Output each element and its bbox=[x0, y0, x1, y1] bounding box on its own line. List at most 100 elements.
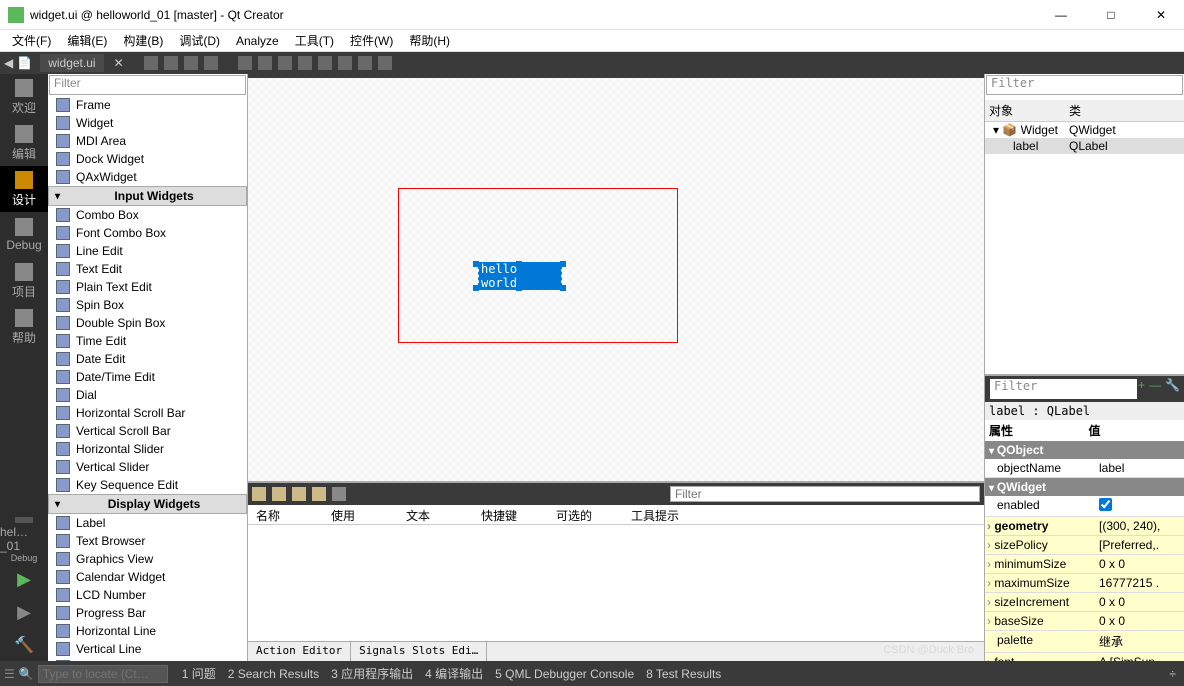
status-compile[interactable]: 4 编译输出 bbox=[419, 665, 489, 682]
status-issues[interactable]: 1 问题 bbox=[176, 665, 222, 682]
menu-build[interactable]: 构建(B) bbox=[115, 30, 171, 51]
mode-welcome[interactable]: 欢迎 bbox=[0, 74, 48, 120]
mode-help[interactable]: 帮助 bbox=[0, 304, 48, 350]
minimize-button[interactable]: — bbox=[1046, 8, 1076, 22]
layout-v-icon[interactable] bbox=[258, 56, 272, 70]
widget-item[interactable]: Date Edit bbox=[48, 350, 247, 368]
mode-projects[interactable]: 项目 bbox=[0, 258, 48, 304]
layout-form-icon[interactable] bbox=[338, 56, 352, 70]
widget-item[interactable]: Dock Widget bbox=[48, 150, 247, 168]
run-button[interactable]: ▶ bbox=[17, 569, 31, 590]
property-row[interactable]: sizeIncrement0 x 0 bbox=[985, 593, 1184, 612]
property-filter[interactable]: Filter bbox=[990, 379, 1137, 399]
property-row[interactable]: geometry[(300, 240), bbox=[985, 517, 1184, 536]
widget-item[interactable]: Text Edit bbox=[48, 260, 247, 278]
property-row[interactable]: maximumSize16777215 . bbox=[985, 574, 1184, 593]
widget-item[interactable]: Horizontal Scroll Bar bbox=[48, 404, 247, 422]
maximize-button[interactable]: □ bbox=[1096, 8, 1126, 22]
widget-item[interactable]: Dial bbox=[48, 386, 247, 404]
paste-action-icon[interactable] bbox=[292, 487, 306, 501]
menu-widgets[interactable]: 控件(W) bbox=[342, 30, 401, 51]
delete-action-icon[interactable] bbox=[312, 487, 326, 501]
widget-item[interactable]: Double Spin Box bbox=[48, 314, 247, 332]
resize-handle-se[interactable] bbox=[560, 285, 566, 291]
widget-item[interactable]: Date/Time Edit bbox=[48, 368, 247, 386]
menu-debug[interactable]: 调试(D) bbox=[171, 30, 228, 51]
widget-item[interactable]: MDI Area bbox=[48, 132, 247, 150]
locator-input[interactable] bbox=[38, 665, 168, 683]
widget-item[interactable]: Horizontal Slider bbox=[48, 440, 247, 458]
property-group[interactable]: QWidget bbox=[985, 478, 1184, 496]
resize-handle-nw[interactable] bbox=[473, 261, 479, 267]
config-action-icon[interactable] bbox=[332, 487, 346, 501]
edit-buddies-icon[interactable] bbox=[184, 56, 198, 70]
status-app-output[interactable]: 3 应用程序输出 bbox=[325, 665, 419, 682]
run-debug-button[interactable]: ▶ bbox=[17, 602, 31, 623]
menu-analyze[interactable]: Analyze bbox=[228, 32, 287, 50]
widget-item[interactable]: LCD Number bbox=[48, 586, 247, 604]
property-row[interactable]: enabled bbox=[985, 496, 1184, 517]
widgetbox-filter[interactable]: Filter bbox=[49, 75, 246, 95]
object-tree-row[interactable]: labelQLabel bbox=[985, 138, 1184, 154]
mode-debug[interactable]: Debug bbox=[0, 212, 48, 258]
status-tests[interactable]: 8 Test Results bbox=[640, 667, 727, 681]
layout-grid-icon[interactable] bbox=[318, 56, 332, 70]
layout-vsplit-icon[interactable] bbox=[298, 56, 312, 70]
property-row[interactable]: minimumSize0 x 0 bbox=[985, 555, 1184, 574]
design-canvas[interactable]: hello world bbox=[248, 74, 984, 481]
edit-widgets-icon[interactable] bbox=[144, 56, 158, 70]
label-widget-selected[interactable]: hello world bbox=[478, 266, 562, 286]
menu-file[interactable]: 文件(F) bbox=[4, 30, 59, 51]
widget-item[interactable]: Horizontal Line bbox=[48, 622, 247, 640]
widget-item[interactable]: Font Combo Box bbox=[48, 224, 247, 242]
widget-item[interactable]: Key Sequence Edit bbox=[48, 476, 247, 494]
adjust-size-icon[interactable] bbox=[378, 56, 392, 70]
widget-item[interactable]: Widget bbox=[48, 114, 247, 132]
tab-close-icon[interactable]: ✕ bbox=[114, 56, 124, 70]
widget-item[interactable]: Vertical Scroll Bar bbox=[48, 422, 247, 440]
widget-item[interactable]: Calendar Widget bbox=[48, 568, 247, 586]
widget-item[interactable]: Progress Bar bbox=[48, 604, 247, 622]
menu-tools[interactable]: 工具(T) bbox=[287, 30, 342, 51]
status-qml[interactable]: 5 QML Debugger Console bbox=[489, 667, 640, 681]
action-filter[interactable] bbox=[670, 486, 980, 502]
resize-handle-sw[interactable] bbox=[473, 285, 479, 291]
project-selector[interactable]: hel…_01Debug bbox=[0, 517, 48, 563]
widget-item[interactable]: Vertical Slider bbox=[48, 458, 247, 476]
widget-item[interactable]: Time Edit bbox=[48, 332, 247, 350]
property-row[interactable]: objectNamelabel bbox=[985, 459, 1184, 478]
progress-icon[interactable]: ÷ bbox=[1169, 667, 1176, 681]
menu-edit[interactable]: 编辑(E) bbox=[59, 30, 115, 51]
tab-signals-slots[interactable]: Signals Slots Edi… bbox=[351, 642, 487, 661]
property-row[interactable]: fontA [SimSun bbox=[985, 653, 1184, 661]
widget-item[interactable]: Combo Box bbox=[48, 206, 247, 224]
menu-help[interactable]: 帮助(H) bbox=[401, 30, 458, 51]
mode-design[interactable]: 设计 bbox=[0, 166, 48, 212]
property-row[interactable]: palette继承 bbox=[985, 631, 1184, 653]
add-dynamic-prop-icon[interactable]: + bbox=[1138, 378, 1145, 400]
property-row[interactable]: baseSize0 x 0 bbox=[985, 612, 1184, 631]
close-button[interactable]: ✕ bbox=[1146, 8, 1176, 22]
back-icon[interactable]: ◀ bbox=[4, 56, 13, 70]
resize-handle-ne[interactable] bbox=[560, 261, 566, 267]
widget-item[interactable]: Frame bbox=[48, 96, 247, 114]
property-row[interactable]: sizePolicy[Preferred,. bbox=[985, 536, 1184, 555]
widget-item[interactable]: Text Browser bbox=[48, 532, 247, 550]
layout-hsplit-icon[interactable] bbox=[278, 56, 292, 70]
edit-signals-icon[interactable] bbox=[164, 56, 178, 70]
status-search[interactable]: 2 Search Results bbox=[222, 667, 325, 681]
resize-handle-n[interactable] bbox=[516, 261, 522, 267]
file-tab[interactable]: widget.ui bbox=[40, 54, 103, 72]
close-sidebar-icon[interactable]: ☰ bbox=[4, 667, 15, 681]
new-action-icon[interactable] bbox=[252, 487, 266, 501]
object-inspector-filter[interactable]: Filter bbox=[986, 75, 1183, 95]
object-tree-row[interactable]: ▾ 📦 WidgetQWidget bbox=[985, 122, 1184, 138]
tab-action-editor[interactable]: Action Editor bbox=[248, 642, 351, 661]
resize-handle-s[interactable] bbox=[516, 285, 522, 291]
widget-item[interactable]: QAxWidget bbox=[48, 168, 247, 186]
build-button[interactable]: 🔨 bbox=[14, 635, 34, 655]
widget-item[interactable]: Spin Box bbox=[48, 296, 247, 314]
widget-item[interactable]: Label bbox=[48, 514, 247, 532]
widget-group-header[interactable]: Input Widgets bbox=[48, 186, 247, 206]
copy-action-icon[interactable] bbox=[272, 487, 286, 501]
